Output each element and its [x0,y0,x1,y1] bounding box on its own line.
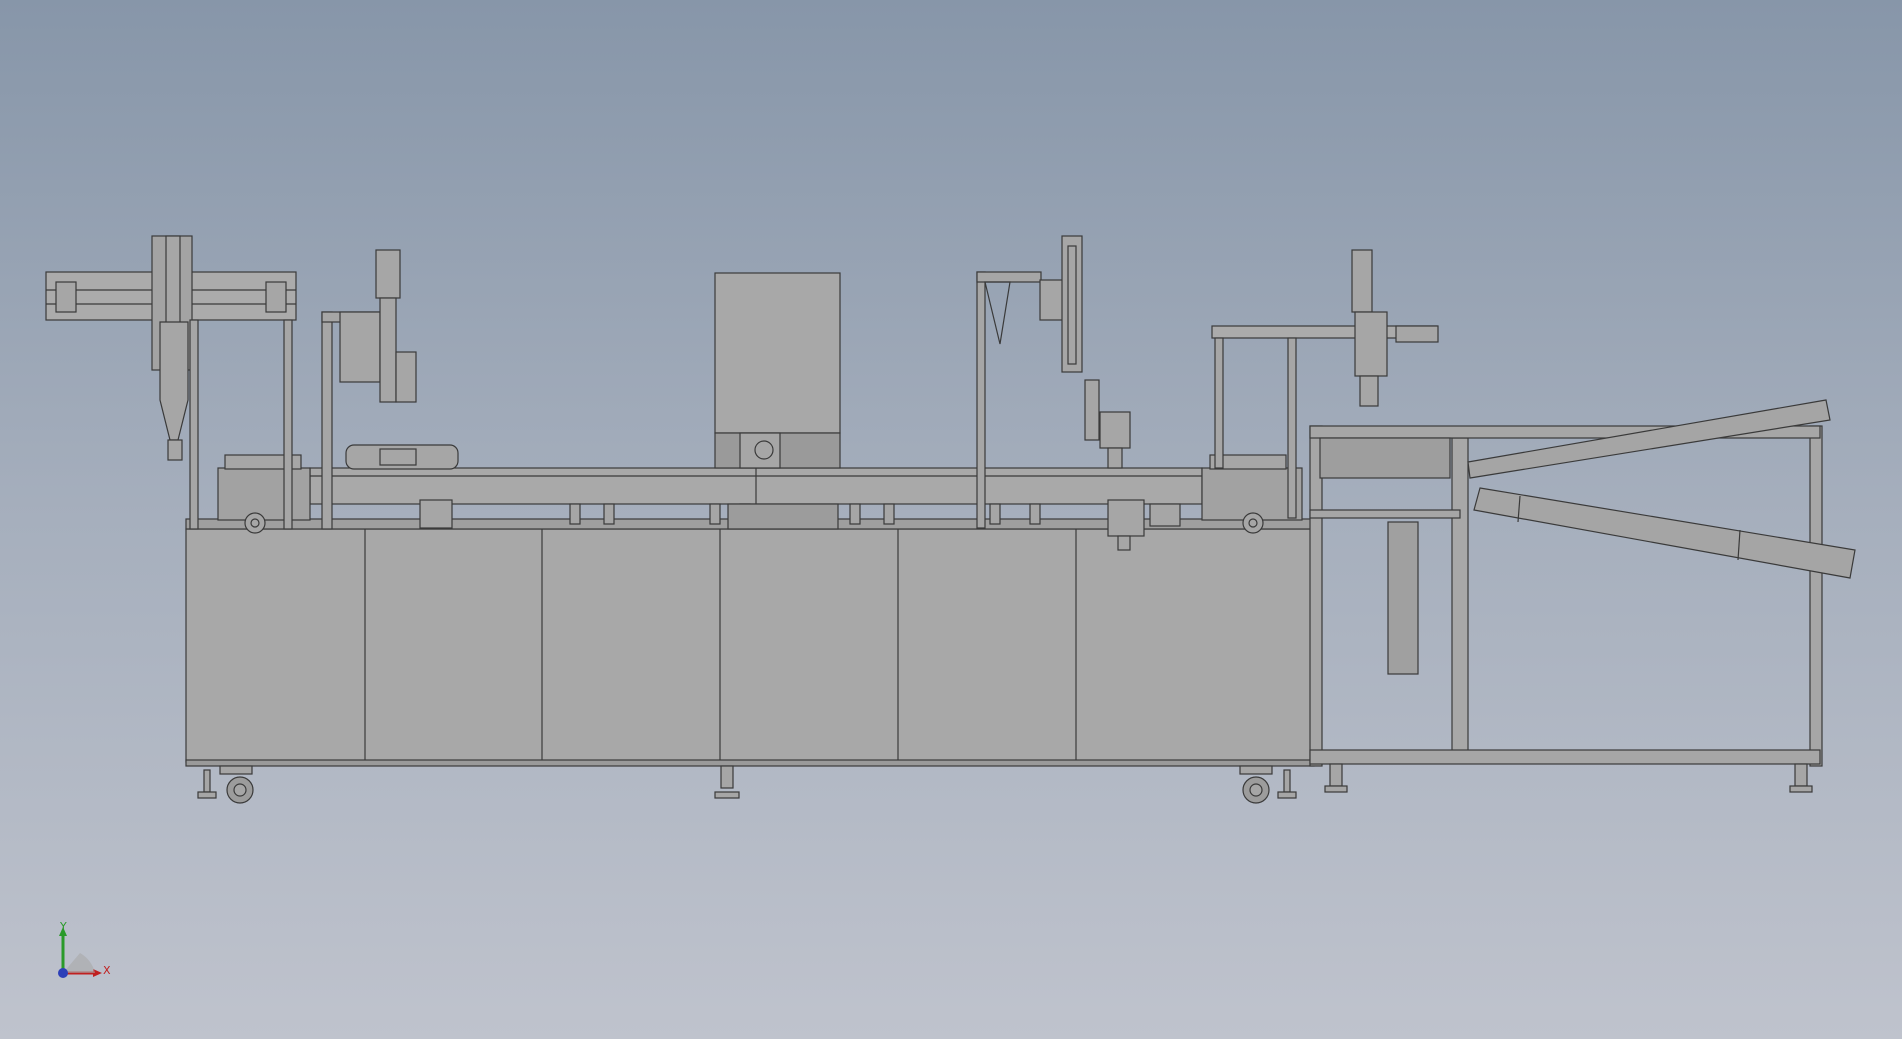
machine-assembly-model[interactable] [0,0,1902,1039]
y-axis-label: Y [60,920,67,933]
main-cabinet[interactable] [185,528,1315,767]
x-axis-label: X [103,964,111,977]
outfeed-frame[interactable] [1309,425,1823,793]
casters [197,765,1297,804]
cad-graphics-viewport[interactable]: Y X [0,0,1902,1039]
